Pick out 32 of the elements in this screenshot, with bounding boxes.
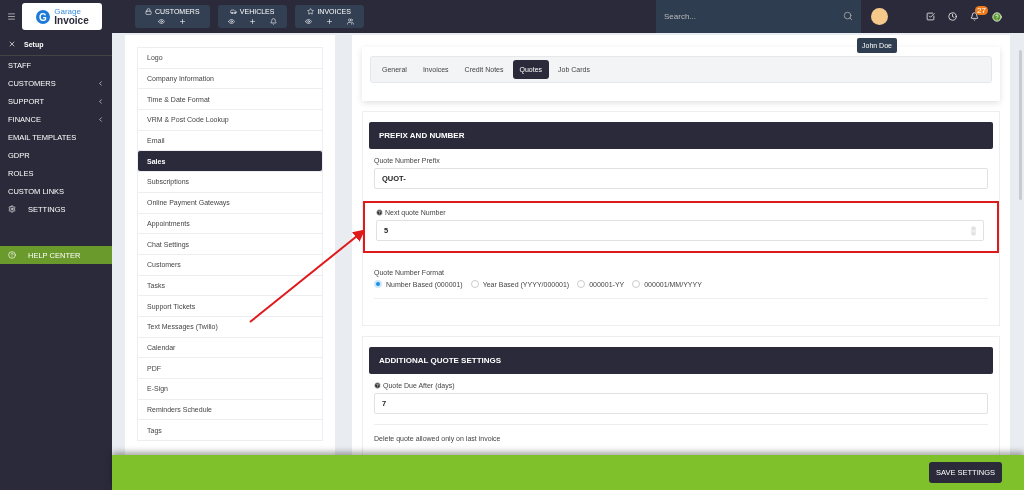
logo-text: Invoice <box>54 15 89 26</box>
radio-icon[interactable] <box>632 280 641 288</box>
lock-icon <box>145 8 152 15</box>
section-header: ADDITIONAL QUOTE SETTINGS <box>369 347 993 374</box>
checkbox-icon[interactable] <box>926 12 935 21</box>
settings-icon <box>8 205 16 213</box>
section-header: PREFIX AND NUMBER <box>369 122 993 149</box>
avatar[interactable] <box>871 8 888 25</box>
notification-badge: 27 <box>975 6 988 15</box>
radio-icon[interactable] <box>374 280 382 288</box>
menu-icon[interactable] <box>6 12 16 21</box>
eye-icon[interactable] <box>304 18 312 25</box>
logo-text: Garage <box>54 7 81 16</box>
clock-icon[interactable] <box>948 12 957 21</box>
bell-icon[interactable] <box>269 18 277 25</box>
search-icon[interactable] <box>843 11 853 21</box>
plus-icon[interactable] <box>179 18 187 25</box>
help-icon[interactable] <box>992 11 1002 22</box>
help-icon <box>8 251 16 259</box>
plus-icon[interactable] <box>248 18 256 25</box>
radio-icon[interactable] <box>577 280 586 288</box>
car-icon <box>229 8 237 15</box>
eye-icon[interactable] <box>227 18 235 25</box>
people-icon[interactable] <box>346 18 354 25</box>
radio-icon[interactable] <box>470 280 479 288</box>
search-field[interactable]: Search... <box>656 0 861 33</box>
logo-mark-icon: G <box>35 8 52 25</box>
star-icon <box>307 8 315 15</box>
eye-icon[interactable] <box>158 18 166 25</box>
plus-icon[interactable] <box>325 18 333 25</box>
bell-icon[interactable] <box>970 12 979 21</box>
close-icon[interactable] <box>8 40 16 48</box>
